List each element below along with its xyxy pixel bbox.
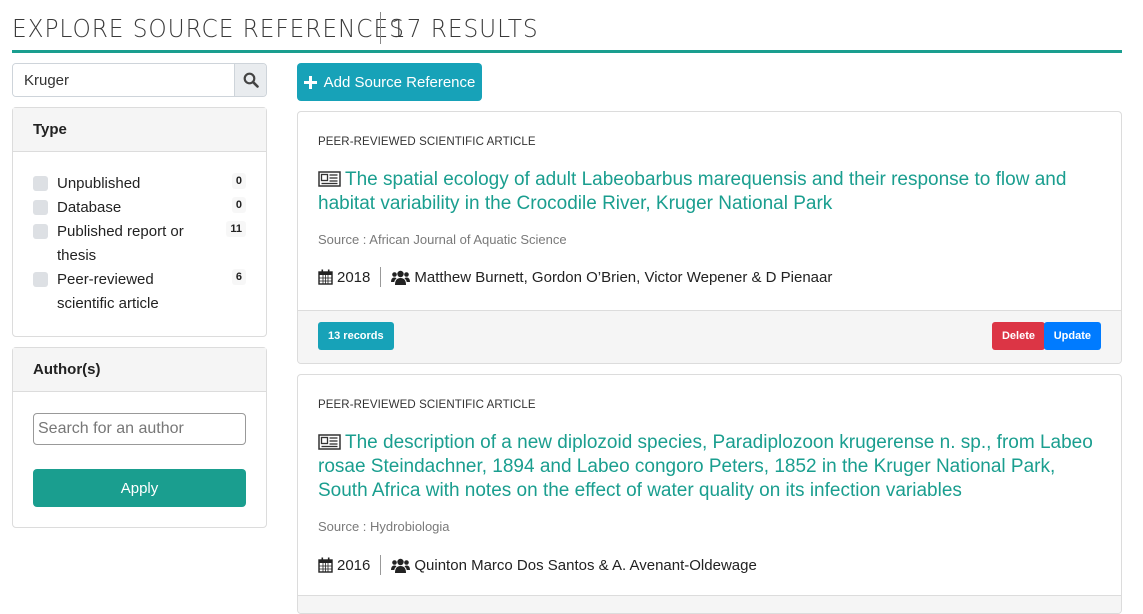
meta-divider [380, 555, 382, 575]
type-label: Published report or thesis [57, 223, 184, 264]
delete-button[interactable]: Delete [991, 322, 1045, 350]
type-filter-item[interactable]: Peer-reviewed scientific article 6 [33, 268, 246, 316]
add-source-reference-label: Add Source Reference [323, 73, 476, 91]
type-filter-item[interactable]: Database 0 [33, 196, 246, 220]
reference-title-link[interactable]: The spatial ecology of adult Labeobarbus… [318, 168, 1108, 216]
reference-card-footer [298, 595, 1121, 613]
author-search-input[interactable] [33, 413, 246, 445]
type-checkbox[interactable] [33, 224, 48, 239]
reference-authors: Quinton Marco Dos Santos & A. Avenant-Ol… [414, 556, 757, 574]
author-filter-card: Author(s) Apply [12, 347, 267, 528]
add-source-reference-button[interactable]: Add Source Reference [297, 63, 482, 101]
calendar-icon [318, 269, 333, 285]
reference-title-link[interactable]: The description of a new diplozoid speci… [318, 431, 1108, 503]
reference-authors: Matthew Burnett, Gordon O’Brien, Victor … [414, 268, 833, 286]
type-filter-list: Unpublished 0 Database 0 Published repor… [13, 152, 266, 316]
page-title: EXPLORE SOURCE REFERENCES [12, 14, 405, 43]
reference-source: Source : African Journal of Aquatic Scie… [318, 232, 567, 247]
reference-meta: 2018 Matthew Burnett, Gordon O’Brien, Vi… [318, 267, 832, 287]
newspaper-icon [318, 171, 341, 187]
page-header: EXPLORE SOURCE REFERENCES 17 RESULTS [12, 8, 1122, 53]
reference-card: PEER-REVIEWED SCIENTIFIC ARTICLE The des… [297, 374, 1122, 614]
reference-type: PEER-REVIEWED SCIENTIFIC ARTICLE [318, 136, 536, 148]
type-count-badge: 0 [231, 197, 246, 213]
results-count: 17 RESULTS [391, 14, 539, 43]
type-count-badge: 0 [231, 173, 246, 189]
update-button[interactable]: Update [1043, 322, 1101, 350]
apply-button[interactable]: Apply [33, 469, 246, 507]
newspaper-icon [318, 434, 341, 450]
search-button[interactable] [234, 64, 266, 96]
records-count-button[interactable]: 13 records [318, 322, 394, 350]
reference-year: 2016 [337, 556, 371, 574]
search-input[interactable] [13, 64, 234, 96]
type-label: Database [57, 199, 122, 216]
reference-source: Source : Hydrobiologia [318, 519, 450, 534]
reference-card: PEER-REVIEWED SCIENTIFIC ARTICLE The spa… [297, 111, 1122, 364]
type-label: Peer-reviewed scientific article [57, 271, 159, 312]
title-divider [380, 12, 381, 44]
search-icon [243, 72, 259, 88]
type-filter-card: Type Unpublished 0 Database 0 Published … [12, 107, 267, 337]
plus-icon [303, 75, 317, 89]
reference-type: PEER-REVIEWED SCIENTIFIC ARTICLE [318, 399, 536, 411]
type-count-badge: 11 [226, 221, 246, 237]
type-count-badge: 6 [231, 269, 246, 285]
reference-year: 2018 [337, 268, 371, 286]
type-checkbox[interactable] [33, 272, 48, 287]
type-filter-item[interactable]: Unpublished 0 [33, 172, 246, 196]
search-group [12, 63, 267, 97]
type-checkbox[interactable] [33, 200, 48, 215]
type-label: Unpublished [57, 175, 141, 192]
reference-meta: 2016 Quinton Marco Dos Santos & A. Avena… [318, 555, 757, 575]
reference-title: The description of a new diplozoid speci… [318, 432, 1093, 501]
meta-divider [380, 267, 382, 287]
reference-card-footer: 13 records Delete Update [298, 310, 1121, 363]
users-icon [391, 558, 411, 573]
type-filter-heading: Type [13, 108, 266, 152]
reference-title: The spatial ecology of adult Labeobarbus… [318, 169, 1067, 214]
users-icon [391, 270, 411, 285]
type-checkbox[interactable] [33, 176, 48, 191]
calendar-icon [318, 557, 333, 573]
author-filter-heading: Author(s) [13, 348, 266, 392]
type-filter-item[interactable]: Published report or thesis 11 [33, 220, 246, 268]
